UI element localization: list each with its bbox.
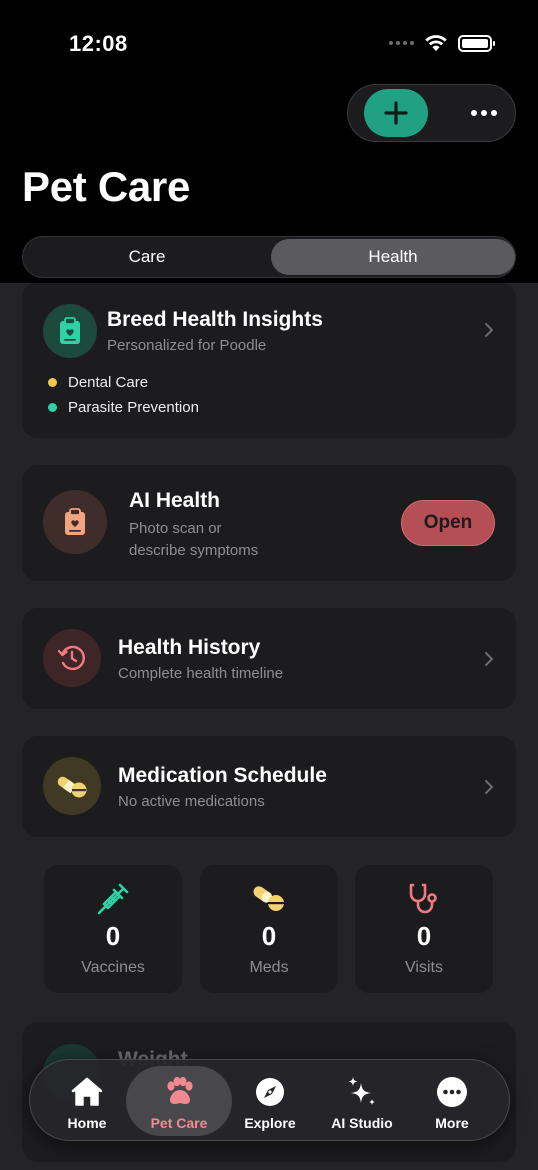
- pills-icon: [43, 757, 101, 815]
- stat-meds-label: Meds: [249, 959, 289, 976]
- plus-icon: [384, 101, 408, 125]
- ai-health-subtitle-line2: describe symptoms: [129, 542, 259, 559]
- stat-visits[interactable]: 0 Visits: [355, 865, 493, 993]
- home-icon: [70, 1075, 104, 1109]
- breed-insight-label: Parasite Prevention: [68, 399, 199, 416]
- battery-icon: [458, 34, 495, 52]
- breed-insight-item: Dental Care: [48, 374, 148, 391]
- tab-home[interactable]: Home: [46, 1066, 128, 1136]
- medication-title: Medication Schedule: [118, 764, 327, 787]
- chevron-right-icon: [485, 780, 493, 794]
- tab-pet-care[interactable]: Pet Care: [126, 1066, 232, 1136]
- segment-health[interactable]: Health: [271, 239, 515, 275]
- tab-ai-studio-label: AI Studio: [331, 1115, 393, 1131]
- breed-card-subtitle: Personalized for Poodle: [107, 337, 267, 354]
- stat-vaccines[interactable]: 0 Vaccines: [44, 865, 182, 993]
- more-options-button[interactable]: [467, 99, 501, 127]
- cellular-signal-icon: [389, 41, 414, 45]
- health-history-card[interactable]: Health History Complete health timeline: [22, 608, 516, 709]
- tab-explore-label: Explore: [244, 1115, 296, 1131]
- stat-visits-value: 0: [416, 921, 432, 951]
- screen: 12:08 Pet Care Care Health Breed Health …: [0, 0, 538, 1170]
- tab-more-label: More: [435, 1115, 469, 1131]
- syringe-icon: [97, 883, 129, 915]
- ai-health-title: AI Health: [129, 489, 221, 512]
- clipboard-heart-icon: [43, 304, 97, 358]
- top-action-pill: [347, 84, 516, 142]
- health-history-title: Health History: [118, 636, 261, 659]
- ai-health-card[interactable]: AI Health Photo scan or describe symptom…: [22, 465, 516, 581]
- add-button[interactable]: [364, 89, 428, 137]
- stat-visits-label: Visits: [405, 959, 443, 976]
- breed-insight-item: Parasite Prevention: [48, 399, 199, 416]
- more-icon: [435, 1075, 469, 1109]
- pills-icon: [253, 886, 284, 911]
- compass-icon: [253, 1075, 287, 1109]
- tab-explore[interactable]: Explore: [230, 1066, 310, 1136]
- ai-health-subtitle-line1: Photo scan or: [129, 520, 222, 537]
- sparkles-icon: [345, 1075, 379, 1109]
- tab-pet-care-label: Pet Care: [150, 1115, 208, 1131]
- medication-subtitle: No active medications: [118, 793, 265, 810]
- paw-icon: [162, 1075, 196, 1109]
- medication-schedule-card[interactable]: Medication Schedule No active medication…: [22, 736, 516, 837]
- status-icons: [389, 34, 495, 52]
- tab-home-label: Home: [67, 1115, 107, 1131]
- stat-vaccines-label: Vaccines: [81, 959, 145, 976]
- medical-clipboard-icon: [43, 490, 107, 554]
- status-time: 12:08: [69, 31, 128, 56]
- stat-meds[interactable]: 0 Meds: [200, 865, 338, 993]
- stat-vaccines-value: 0: [105, 921, 121, 951]
- health-history-subtitle: Complete health timeline: [118, 665, 284, 682]
- segmented-control: Care Health: [22, 236, 516, 278]
- history-clock-icon: [43, 629, 101, 687]
- page-title: Pet Care: [22, 163, 191, 210]
- bullet-dot: [48, 403, 57, 412]
- breed-card-title: Breed Health Insights: [107, 308, 323, 331]
- breed-health-card[interactable]: Breed Health Insights Personalized for P…: [22, 282, 516, 438]
- open-ai-health-button[interactable]: Open: [401, 500, 495, 546]
- tab-ai-studio[interactable]: AI Studio: [318, 1066, 406, 1136]
- bullet-dot: [48, 378, 57, 387]
- chevron-right-icon: [485, 652, 493, 666]
- tab-bar: Home Pet Care Explore AI Studio More: [29, 1059, 510, 1141]
- wifi-icon: [425, 35, 447, 51]
- breed-insight-label: Dental Care: [68, 374, 149, 391]
- header: 12:08 Pet Care Care Health: [0, 0, 538, 283]
- chevron-right-icon: [485, 323, 493, 337]
- stethoscope-icon: [409, 883, 437, 914]
- tab-more[interactable]: More: [414, 1066, 490, 1136]
- segment-care[interactable]: Care: [25, 239, 269, 275]
- stat-meds-value: 0: [261, 921, 277, 951]
